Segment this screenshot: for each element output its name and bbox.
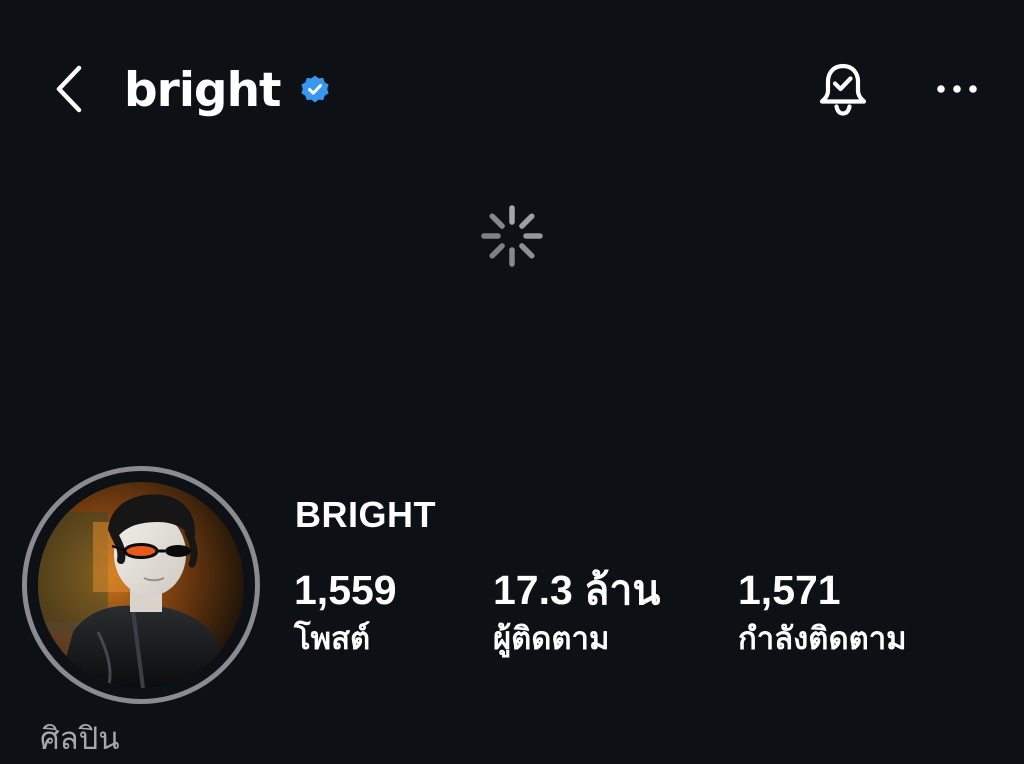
- avatar: [38, 482, 244, 688]
- posts-count-label: โพสต์: [294, 621, 371, 657]
- posts-count[interactable]: 1,559 โพสต์: [294, 564, 397, 662]
- profile-screen: bright BRIGHT 1,559 โพสต์ 17.3 ล้าน ผู้ต…: [0, 0, 1024, 764]
- profile-avatar-ring[interactable]: [22, 466, 260, 704]
- following-count[interactable]: 1,571 กำลังติดตาม: [738, 564, 907, 662]
- bell-check-icon: [819, 63, 867, 116]
- back-button[interactable]: [44, 60, 94, 118]
- following-count-value: 1,571: [738, 567, 841, 613]
- following-count-label: กำลังติดตาม: [738, 621, 907, 657]
- profile-category: ศิลปิน: [40, 721, 120, 757]
- activity-spinner-icon: [481, 205, 543, 267]
- followers-count-value: 17.3 ล้าน: [493, 567, 661, 613]
- more-options-button[interactable]: [926, 64, 988, 114]
- followers-count-label: ผู้ติดตาม: [493, 621, 610, 657]
- profile-display-name: BRIGHT: [295, 494, 436, 535]
- posts-count-value: 1,559: [294, 567, 397, 613]
- profile-username: bright: [124, 62, 282, 118]
- more-horizontal-icon: [937, 85, 977, 93]
- avatar-photo: [38, 482, 244, 688]
- followers-count[interactable]: 17.3 ล้าน ผู้ติดตาม: [493, 564, 660, 662]
- chevron-left-icon: [56, 65, 82, 113]
- verified-badge-icon: [301, 75, 329, 103]
- notifications-bell-button[interactable]: [812, 60, 874, 120]
